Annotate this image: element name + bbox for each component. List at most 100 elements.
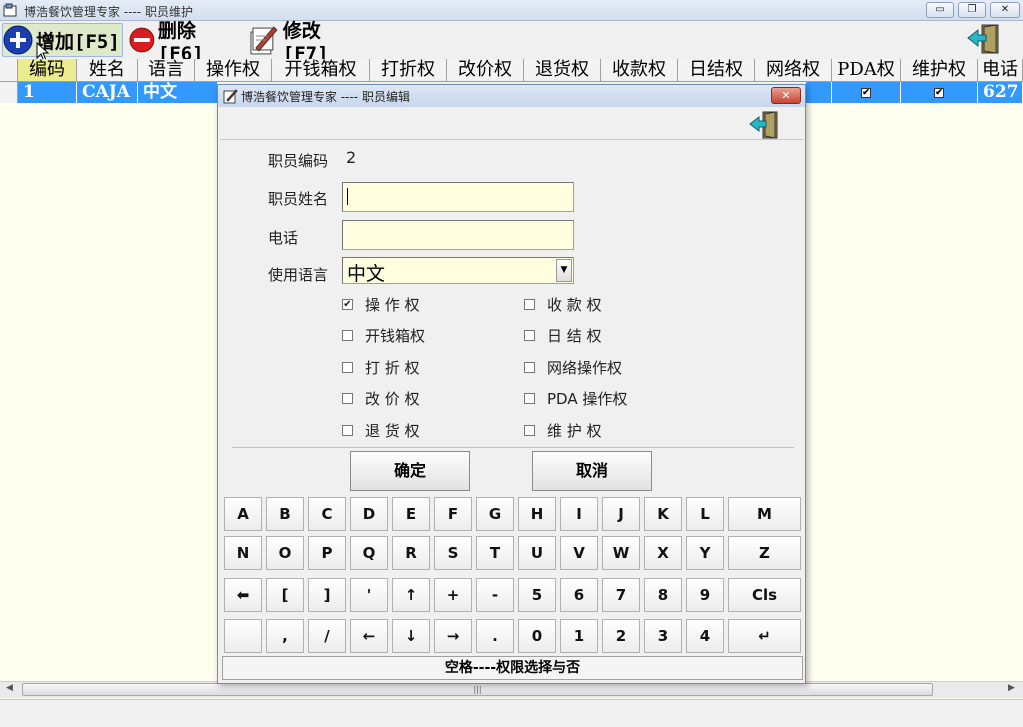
column-header-collect[interactable]: 收款权 (601, 59, 678, 82)
key-w[interactable]: W (602, 536, 640, 570)
scroll-right-arrow-icon[interactable]: ▶ (1008, 683, 1015, 693)
column-header-name[interactable]: 姓名 (77, 59, 138, 82)
restore-button[interactable]: ❐ (958, 2, 986, 18)
column-header-language[interactable]: 语言 (138, 59, 195, 82)
minimize-button[interactable]: ▭ (926, 2, 954, 18)
dialog-exit-door-icon[interactable] (748, 110, 780, 140)
row-cell-maintenance[interactable]: ✔ (901, 82, 978, 103)
employee-name-input[interactable] (342, 182, 574, 212)
enter-key[interactable]: ↵ (728, 619, 801, 653)
cancel-button[interactable]: 取消 (532, 451, 652, 491)
checkbox-box[interactable] (342, 393, 353, 404)
key-x[interactable]: X (644, 536, 682, 570)
key-comma[interactable]: , (266, 619, 304, 653)
scrollbar-thumb[interactable]: ||| (22, 683, 933, 696)
column-header-phone[interactable]: 电话 (978, 59, 1023, 82)
add-button[interactable]: 增加[F5] (2, 23, 123, 57)
checkbox-box[interactable] (524, 362, 535, 373)
checkbox-box[interactable] (524, 393, 535, 404)
checkbox-box[interactable] (342, 330, 353, 341)
language-select[interactable]: 中文 ▼ (342, 257, 574, 285)
key-d[interactable]: D (350, 497, 388, 531)
key-n[interactable]: N (224, 536, 262, 570)
checkbox-box[interactable]: ✔ (342, 299, 353, 310)
perm-operate-checkbox[interactable]: ✔ 操 作 权 (342, 294, 420, 315)
checkbox-box[interactable] (342, 362, 353, 373)
key-up-arrow[interactable]: ↑ (392, 578, 430, 612)
chevron-down-icon[interactable]: ▼ (556, 259, 572, 282)
key-period[interactable]: . (476, 619, 514, 653)
row-cell-phone[interactable]: 627 (978, 82, 1023, 103)
key-q[interactable]: Q (350, 536, 388, 570)
perm-daily-close-checkbox[interactable]: 日 结 权 (524, 325, 602, 346)
key-f[interactable]: F (434, 497, 472, 531)
perm-pda-checkbox[interactable]: PDA 操作权 (524, 388, 627, 409)
key-apostrophe[interactable]: ' (350, 578, 388, 612)
key-3[interactable]: 3 (644, 619, 682, 653)
window-close-button[interactable]: ✕ (990, 2, 1020, 18)
key-j[interactable]: J (602, 497, 640, 531)
row-cell-language[interactable]: 中文 (138, 82, 218, 103)
key-5[interactable]: 5 (518, 578, 556, 612)
key-l[interactable]: L (686, 497, 724, 531)
key-a[interactable]: A (224, 497, 262, 531)
key-c[interactable]: C (308, 497, 346, 531)
column-header-price-change[interactable]: 改价权 (447, 59, 524, 82)
checkbox-box[interactable] (524, 425, 535, 436)
space-key[interactable] (224, 619, 262, 653)
key-k[interactable]: K (644, 497, 682, 531)
row-cell-network[interactable] (806, 82, 832, 103)
key-1[interactable]: 1 (560, 619, 598, 653)
key-down-arrow[interactable]: ↓ (392, 619, 430, 653)
key-y[interactable]: Y (686, 536, 724, 570)
checkbox-box[interactable] (524, 330, 535, 341)
key-left-arrow[interactable]: ← (350, 619, 388, 653)
column-header-discount[interactable]: 打折权 (370, 59, 447, 82)
scroll-left-arrow-icon[interactable]: ◀ (6, 683, 13, 693)
key-0[interactable]: 0 (518, 619, 556, 653)
column-header-cash-drawer[interactable]: 开钱箱权 (272, 59, 370, 82)
column-header-maintenance[interactable]: 维护权 (901, 59, 978, 82)
exit-door-icon[interactable] (966, 23, 1002, 55)
key-4[interactable]: 4 (686, 619, 724, 653)
key-i[interactable]: I (560, 497, 598, 531)
key-g[interactable]: G (476, 497, 514, 531)
phone-input[interactable] (342, 220, 574, 250)
key-z[interactable]: Z (728, 536, 801, 570)
key-right-arrow[interactable]: → (434, 619, 472, 653)
maintenance-checkbox[interactable]: ✔ (934, 87, 944, 98)
perm-network-checkbox[interactable]: 网络操作权 (524, 357, 622, 378)
key-o[interactable]: O (266, 536, 304, 570)
key-t[interactable]: T (476, 536, 514, 570)
ok-button[interactable]: 确定 (350, 451, 470, 491)
perm-price-change-checkbox[interactable]: 改 价 权 (342, 388, 420, 409)
pda-checkbox[interactable]: ✔ (861, 87, 871, 98)
clear-key[interactable]: Cls (728, 578, 801, 612)
row-cell-pda[interactable]: ✔ (832, 82, 901, 103)
key-2[interactable]: 2 (602, 619, 640, 653)
perm-discount-checkbox[interactable]: 打 折 权 (342, 357, 420, 378)
key-bracket-right[interactable]: ] (308, 578, 346, 612)
perm-collect-checkbox[interactable]: 收 款 权 (524, 294, 602, 315)
checkbox-box[interactable] (342, 425, 353, 436)
key-m[interactable]: M (728, 497, 801, 531)
key-r[interactable]: R (392, 536, 430, 570)
delete-button[interactable]: 删除[F6] (129, 20, 241, 65)
key-6[interactable]: 6 (560, 578, 598, 612)
row-cell-code[interactable]: 1 (18, 82, 77, 103)
checkbox-box[interactable] (524, 299, 535, 310)
column-header-network[interactable]: 网络权 (755, 59, 832, 82)
key-9[interactable]: 9 (686, 578, 724, 612)
key-v[interactable]: V (560, 536, 598, 570)
key-p[interactable]: P (308, 536, 346, 570)
perm-cash-drawer-checkbox[interactable]: 开钱箱权 (342, 325, 425, 346)
key-u[interactable]: U (518, 536, 556, 570)
column-header-operate[interactable]: 操作权 (195, 59, 272, 82)
key-minus[interactable]: - (476, 578, 514, 612)
column-header-code[interactable]: 编码 (18, 59, 77, 82)
key-plus[interactable]: + (434, 578, 472, 612)
key-e[interactable]: E (392, 497, 430, 531)
backspace-key[interactable]: ⬅ (224, 578, 262, 612)
key-7[interactable]: 7 (602, 578, 640, 612)
key-h[interactable]: H (518, 497, 556, 531)
